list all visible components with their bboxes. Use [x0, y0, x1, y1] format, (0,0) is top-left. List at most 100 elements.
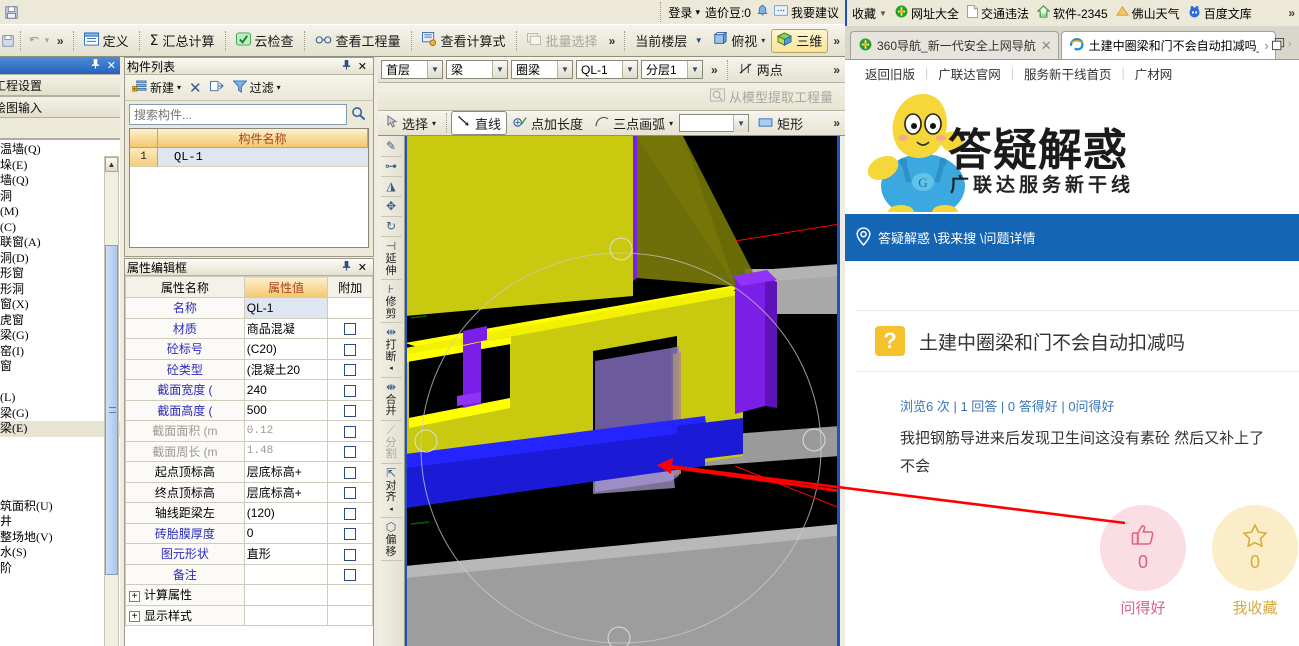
tree-item[interactable]: 筑面积(U)	[0, 499, 120, 515]
draw-style-dropdown[interactable]: ▼	[679, 114, 750, 132]
attach-checkbox[interactable]	[344, 507, 357, 520]
context-dropdown-category[interactable]: 梁 ▼	[446, 60, 508, 79]
property-row[interactable]: 终点顶标高 层底标高+	[125, 481, 373, 503]
property-row[interactable]: 截面面积 (m 0.12	[125, 420, 373, 442]
browser-tab-1[interactable]: 土建中圈梁和门不会自动扣减吗_ ›	[1060, 31, 1276, 59]
restore-window-icon[interactable]: ›	[1272, 34, 1296, 54]
property-value[interactable]: (混凝土20	[243, 358, 329, 380]
cloud-check-button[interactable]: 云检查	[230, 29, 300, 53]
pin-icon[interactable]	[339, 260, 354, 274]
component-tree[interactable]: 温墙(Q) 垛(E) 墙(Q) 洞 (M) (C) 联窗(A) 洞(D) 形窗 形洞 窗(X) 虎窗梁…	[0, 139, 120, 646]
ribbon-overflow-mid[interactable]: »	[604, 34, 621, 48]
property-value[interactable]: 1.48	[243, 440, 329, 462]
tree-item[interactable]: (C)	[0, 220, 120, 236]
property-row[interactable]: 图元形状 直形	[125, 543, 373, 565]
tree-item[interactable]: (M)	[0, 204, 120, 220]
property-attach-cell[interactable]	[327, 522, 373, 544]
property-row[interactable]: 材质 商品混凝	[125, 317, 373, 339]
property-attach-cell[interactable]	[327, 297, 373, 319]
good-question-action[interactable]: 0 问得好	[1100, 505, 1186, 635]
tree-item[interactable]: 阶	[0, 561, 120, 577]
property-attach-cell[interactable]	[327, 481, 373, 503]
property-attach-cell[interactable]	[327, 379, 373, 401]
context-dropdown-layer[interactable]: 分层1 ▼	[641, 60, 703, 79]
table-row[interactable]: 1 QL-1	[130, 148, 368, 167]
property-row[interactable]: 截面宽度 (240	[125, 379, 373, 401]
context-dropdown-floor[interactable]: 首层 ▼	[381, 60, 443, 79]
tree-item[interactable]: 水(S)	[0, 545, 120, 561]
property-row[interactable]: 轴线距梁左 (120)	[125, 502, 373, 524]
row-component-name[interactable]: QL-1	[158, 148, 368, 167]
three-point-arc-button[interactable]: 三点画弧 ▾	[589, 111, 679, 135]
property-value[interactable]: 层底标高+	[243, 461, 329, 483]
attach-checkbox[interactable]	[344, 466, 357, 479]
tree-item[interactable]: 窑(I)	[0, 344, 120, 360]
property-value[interactable]: 商品混凝	[243, 317, 329, 339]
scroll-up-icon[interactable]: ▲	[105, 157, 118, 172]
bookmark-item-software[interactable]: 2345 软件-2345	[1036, 5, 1108, 22]
copy-component-button[interactable]	[207, 79, 228, 97]
save-icon[interactable]	[0, 2, 22, 22]
browser-tab-0[interactable]: 360导航_新一代安全上网导航 ✕	[850, 31, 1059, 59]
tool-mirror[interactable]: ◮	[379, 179, 404, 194]
property-value[interactable]: 0.12	[243, 420, 329, 442]
property-value[interactable]: QL-1	[243, 297, 329, 319]
property-attach-cell[interactable]	[327, 563, 373, 585]
context-dropdown-component[interactable]: QL-1 ▼	[576, 60, 638, 79]
nav-link-official-site[interactable]: 广联达官网	[928, 64, 1011, 83]
new-component-button[interactable]: 新建 ▾	[129, 78, 184, 97]
property-attach-cell[interactable]	[327, 317, 373, 339]
close-icon[interactable]: ✕	[1041, 38, 1052, 54]
property-value[interactable]: 0	[243, 522, 329, 544]
property-value[interactable]: 500	[243, 399, 329, 421]
rectangle-tool-button[interactable]: 矩形	[752, 111, 809, 135]
property-row[interactable]: 起点顶标高 层底标高+	[125, 461, 373, 483]
3d-model-viewport[interactable]	[405, 136, 840, 646]
login-button[interactable]: 登录 ▾	[668, 4, 700, 21]
suggest-button[interactable]: 我要建议	[773, 4, 839, 21]
property-attach-cell[interactable]	[327, 543, 373, 565]
attach-checkbox[interactable]	[344, 343, 357, 356]
two-point-button[interactable]: 两点	[732, 58, 789, 82]
attach-checkbox[interactable]	[344, 323, 357, 336]
tree-item[interactable]: 梁(G)	[0, 406, 120, 422]
filter-button[interactable]: 过滤 ▾	[230, 78, 284, 97]
tab-drawing-input[interactable]: 绘图输入	[0, 96, 120, 118]
tree-item[interactable]: 洞	[0, 189, 120, 205]
property-row[interactable]: 砼标号 (C20)	[125, 338, 373, 360]
tree-item[interactable]: 梁(G)	[0, 328, 120, 344]
good-question-circle[interactable]: 0	[1100, 505, 1186, 591]
tool-mirror-point[interactable]: ⊶	[379, 159, 404, 174]
attach-checkbox[interactable]	[344, 548, 357, 561]
extract-quantity-button[interactable]: 从模型提取工程量	[704, 85, 839, 109]
property-value[interactable]: 层底标高+	[243, 481, 329, 503]
context-overflow2[interactable]: »	[828, 63, 845, 77]
bookmark-item-weather[interactable]: 佛山天气	[1115, 5, 1180, 22]
search-icon[interactable]	[347, 106, 369, 124]
bookmark-item-baidu[interactable]: 百度文库	[1188, 5, 1252, 22]
chevron-right-icon[interactable]: ›	[1264, 38, 1268, 53]
property-row[interactable]: 名称 QL-1	[125, 297, 373, 319]
expand-icon[interactable]: +	[129, 590, 140, 602]
attach-checkbox[interactable]	[344, 487, 357, 500]
line-tool-button[interactable]: 直线	[451, 111, 508, 135]
point-length-button[interactable]: 点加长度	[507, 111, 589, 135]
quick-save-icon[interactable]	[0, 34, 16, 47]
summary-calc-button[interactable]: Σ 汇总计算	[144, 29, 221, 53]
favorite-circle[interactable]: 0	[1212, 505, 1298, 591]
tree-item[interactable]: 垛(E)	[0, 158, 120, 174]
tree-item[interactable]: (L)	[0, 390, 120, 406]
ribbon-overflow-left[interactable]: »	[52, 34, 69, 48]
tool-extend[interactable]: ⊣ 延​伸	[379, 239, 404, 277]
delete-component-button[interactable]: ✕	[186, 78, 205, 98]
property-attach-cell[interactable]	[327, 440, 373, 462]
favorite-action[interactable]: 0 我收藏	[1212, 505, 1298, 635]
attach-checkbox[interactable]	[344, 405, 357, 418]
tree-item[interactable]: 墙(Q)	[0, 173, 120, 189]
tool-align[interactable]: ⇱ 对​齐 ◂	[379, 466, 404, 516]
tree-item[interactable]: 窗	[0, 359, 120, 375]
property-group-row[interactable]: + 计算属性	[125, 584, 373, 606]
tool-rotate[interactable]: ↻	[379, 219, 404, 234]
property-attach-cell[interactable]	[327, 461, 373, 483]
property-row[interactable]: 截面高度 (500	[125, 399, 373, 421]
